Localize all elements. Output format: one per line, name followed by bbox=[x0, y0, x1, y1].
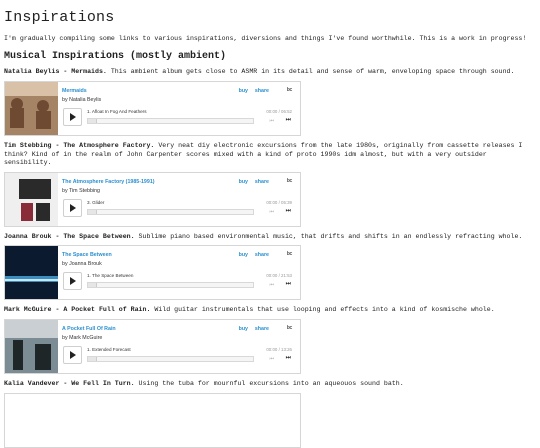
bandcamp-logo-icon[interactable]: bc bbox=[287, 251, 293, 257]
progress-bar[interactable] bbox=[87, 208, 254, 215]
play-icon bbox=[70, 113, 76, 121]
track-time: 00:00 / 05:39 bbox=[266, 199, 292, 205]
entry-description: Kalia Vandever - We Fell In Turn. Using … bbox=[4, 380, 535, 389]
entry-description: Mark McGuire - A Pocket Full of Rain. Wi… bbox=[4, 306, 535, 315]
entry-artist-title: Mark McGuire - A Pocket Full of Rain. bbox=[4, 306, 151, 314]
page-title: Inspirations bbox=[4, 9, 115, 26]
album-art[interactable] bbox=[5, 319, 58, 373]
next-track-icon[interactable]: ⏭ bbox=[286, 117, 291, 124]
album-title-link[interactable]: The Atmosphere Factory (1985-1991) bbox=[62, 179, 155, 185]
entry-text: This ambient album gets close to ASMR in… bbox=[106, 68, 515, 76]
entry-text: Wild guitar instrumentals that use loopi… bbox=[150, 306, 495, 314]
buy-link[interactable]: buy bbox=[239, 252, 248, 258]
play-button[interactable] bbox=[63, 272, 82, 291]
album-art[interactable] bbox=[5, 82, 58, 135]
album-art[interactable] bbox=[5, 172, 58, 226]
progress-handle[interactable] bbox=[88, 119, 97, 123]
play-button[interactable] bbox=[63, 198, 82, 217]
track-title: 1. The Space Between bbox=[87, 273, 134, 279]
entry-description: Natalia Beylis - Mermaids. This ambient … bbox=[4, 68, 535, 77]
share-link[interactable]: share bbox=[255, 252, 269, 258]
bandcamp-player: The Atmosphere Factory (1985-1991) by Ti… bbox=[4, 171, 301, 227]
section-heading: Musical Inspirations (mostly ambient) bbox=[4, 51, 227, 63]
progress-handle[interactable] bbox=[88, 283, 97, 288]
previous-track-icon[interactable]: ⏮ bbox=[269, 118, 274, 124]
previous-track-icon[interactable]: ⏮ bbox=[269, 282, 274, 288]
share-link[interactable]: share bbox=[255, 179, 269, 185]
bandcamp-logo-icon[interactable]: bc bbox=[287, 87, 293, 93]
entry-description: Joanna Brouk - The Space Between. Sublim… bbox=[4, 233, 535, 242]
bandcamp-player: A Pocket Full Of Rain by Mark McGuire bu… bbox=[4, 318, 301, 374]
entry-artist-title: Kalia Vandever - We Fell In Turn. bbox=[4, 379, 135, 387]
track-time: 00:00 / 06:52 bbox=[266, 109, 292, 114]
buy-link[interactable]: buy bbox=[239, 326, 248, 332]
entry-artist-title: Tim Stebbing - The Atmosphere Factory. bbox=[4, 142, 155, 149]
page: Inspirations I'm gradually compiling som… bbox=[0, 0, 540, 448]
play-button[interactable] bbox=[63, 345, 82, 364]
intro-text: I'm gradually compiling some links to va… bbox=[4, 35, 527, 42]
previous-track-icon[interactable]: ⏮ bbox=[269, 356, 274, 362]
play-button[interactable] bbox=[63, 108, 82, 126]
next-track-icon[interactable]: ⏭ bbox=[286, 208, 291, 215]
album-artist: by Mark McGuire bbox=[62, 334, 103, 341]
album-title-link[interactable]: Mermaids bbox=[62, 88, 87, 94]
progress-handle[interactable] bbox=[88, 356, 97, 361]
track-title: 1. Extended Forecast bbox=[87, 346, 131, 352]
next-track-icon[interactable]: ⏭ bbox=[286, 355, 291, 362]
bandcamp-logo-icon[interactable]: bc bbox=[287, 325, 293, 331]
track-time: 00:00 / 21:53 bbox=[266, 273, 292, 279]
album-title-link[interactable]: The Space Between bbox=[62, 252, 112, 258]
entry-artist-title: Joanna Brouk - The Space Between. bbox=[4, 232, 135, 240]
track-title: 3. Glider bbox=[87, 199, 105, 205]
play-icon bbox=[70, 203, 76, 212]
bandcamp-player bbox=[4, 392, 301, 448]
bandcamp-logo-icon[interactable]: bc bbox=[287, 178, 293, 184]
album-artist: by Natalia Beylis bbox=[62, 97, 102, 103]
buy-link[interactable]: buy bbox=[239, 88, 248, 94]
buy-link[interactable]: buy bbox=[239, 179, 248, 185]
album-art[interactable] bbox=[5, 246, 58, 300]
album-artist: by Tim Stebbing bbox=[62, 187, 100, 194]
previous-track-icon[interactable]: ⏮ bbox=[269, 209, 274, 215]
progress-bar[interactable] bbox=[87, 118, 254, 124]
play-icon bbox=[70, 350, 76, 359]
album-artist: by Joanna Brouk bbox=[62, 261, 102, 268]
share-link[interactable]: share bbox=[255, 326, 269, 332]
entry-text: Using the tuba for mournful excursions i… bbox=[134, 379, 404, 387]
next-track-icon[interactable]: ⏭ bbox=[286, 281, 291, 288]
share-link[interactable]: share bbox=[255, 88, 269, 94]
album-title-link[interactable]: A Pocket Full Of Rain bbox=[62, 326, 116, 332]
bandcamp-player: Mermaids by Natalia Beylis buy share bc … bbox=[4, 81, 301, 136]
play-icon bbox=[70, 277, 76, 286]
track-title: 1. Afloat In Fog And Feathers bbox=[87, 109, 147, 114]
progress-bar[interactable] bbox=[87, 282, 254, 289]
progress-bar[interactable] bbox=[87, 355, 254, 362]
entry-text: Sublime piano based environmental music,… bbox=[134, 232, 523, 240]
entry-artist-title: Natalia Beylis - Mermaids. bbox=[4, 68, 107, 76]
progress-handle[interactable] bbox=[88, 209, 97, 214]
track-time: 00:00 / 13:26 bbox=[266, 346, 292, 352]
entry-description: Tim Stebbing - The Atmosphere Factory. V… bbox=[4, 142, 535, 168]
bandcamp-player: The Space Between by Joanna Brouk buy sh… bbox=[4, 245, 301, 301]
